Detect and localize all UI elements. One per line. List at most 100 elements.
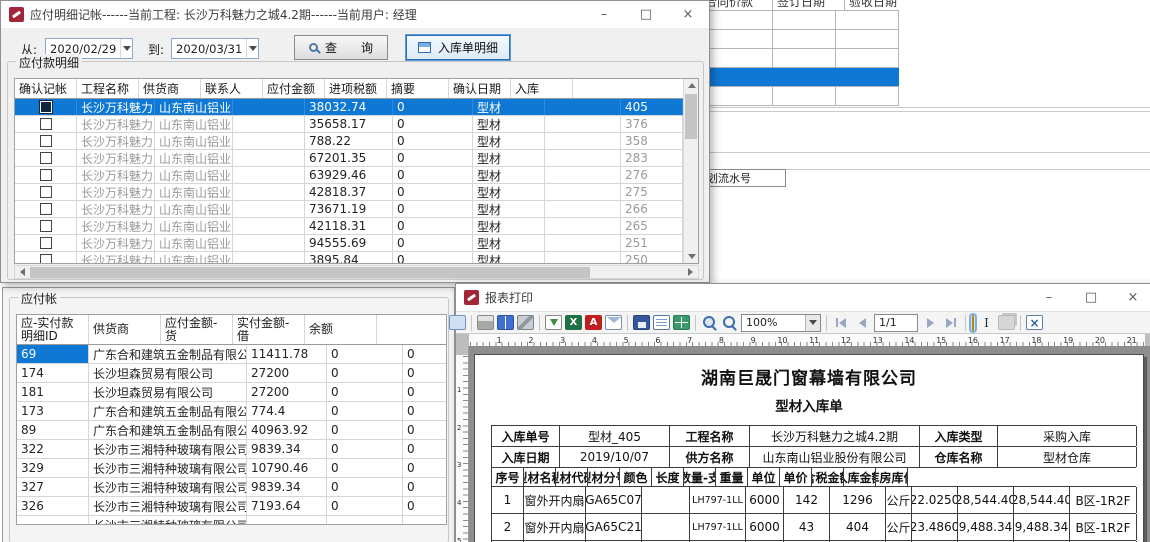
confirm-checkbox[interactable] — [15, 167, 77, 183]
zoom-in-icon[interactable] — [701, 315, 718, 330]
table-row[interactable] — [701, 11, 899, 30]
column-header[interactable]: 应付金额 — [263, 79, 325, 98]
print-icon[interactable] — [477, 315, 494, 330]
table-row[interactable]: 322 长沙市三湘特种玻璃有限公司 9839.34 0 0 — [17, 440, 446, 459]
column-header[interactable]: 确认记帐 — [15, 79, 77, 98]
close-preview-icon[interactable] — [1026, 315, 1043, 330]
page-setup-icon[interactable] — [497, 315, 514, 330]
confirm-checkbox[interactable] — [15, 201, 77, 217]
copy-icon[interactable] — [998, 315, 1015, 330]
to-date-combo[interactable]: 2020/03/31 — [171, 38, 259, 59]
confirm-checkbox[interactable] — [15, 184, 77, 200]
table-row[interactable]: 长沙市三湘特种玻璃有限公司 — [17, 516, 446, 525]
table-row[interactable]: 长沙万科魅力... 山东南山铝业... 3895.84 0 型材 250 — [15, 252, 698, 264]
scrollbar-thumb[interactable] — [685, 94, 697, 139]
column-header[interactable]: 工程名称 — [77, 79, 139, 98]
scroll-left-icon[interactable] — [15, 266, 30, 279]
print-preview-area[interactable]: 12345 湖南巨晟门窗幕墙有限公司 型材入库单 入库单号 型材_405 工程名… — [456, 346, 1150, 542]
scroll-down-icon[interactable] — [684, 250, 699, 263]
table-row[interactable]: 173 广东合和建筑五金制品有限公司 774.4 0 0 — [17, 402, 446, 421]
column-header[interactable]: 入库 — [511, 79, 573, 98]
export-pdf-icon[interactable] — [585, 315, 602, 330]
close-icon[interactable]: × — [667, 1, 709, 28]
table-row[interactable]: 长沙万科魅力... 山东南山铝业... 42118.31 0 型材 265 — [15, 218, 698, 235]
export-excel-icon[interactable] — [565, 315, 582, 330]
table-row[interactable]: 长沙万科魅力... 山东南山铝业... 73671.19 0 型材 266 — [15, 201, 698, 218]
column-header[interactable]: 余额 — [305, 315, 377, 344]
table-row[interactable]: 181 长沙坦森贸易有限公司 27200 0 0 — [17, 383, 446, 402]
confirm-checkbox[interactable] — [15, 150, 77, 166]
report-window-titlebar[interactable]: 报表打印 – □ × — [456, 284, 1150, 311]
confirm-checkbox[interactable] — [15, 252, 77, 264]
previous-page-icon[interactable] — [853, 315, 871, 331]
maximize-icon[interactable]: □ — [1070, 284, 1112, 311]
close-icon[interactable]: × — [1112, 284, 1150, 311]
column-header[interactable]: 实付金额-借 — [233, 315, 305, 344]
table-row[interactable]: 长沙万科魅力... 山东南山铝业... 42818.37 0 型材 275 — [15, 184, 698, 201]
last-page-icon[interactable] — [942, 315, 960, 331]
table-row[interactable] — [701, 30, 899, 49]
vertical-scrollbar[interactable] — [683, 79, 698, 263]
zoom-level-combo[interactable]: 100% — [741, 314, 821, 332]
table-row[interactable]: 长沙万科魅力... 山东南山铝业... 788.22 0 型材 358 — [15, 133, 698, 150]
table-row[interactable]: 329 长沙市三湘特种玻璃有限公司 10790.46 0 0 — [17, 459, 446, 478]
column-header[interactable]: 摘要 — [387, 79, 449, 98]
table-row[interactable]: 长沙万科魅力... 山东南山铝业... 63929.46 0 型材 276 — [15, 167, 698, 184]
inbound-detail-button[interactable]: 入库单明细 — [406, 35, 510, 60]
page-number-field[interactable]: 1/1 — [874, 314, 918, 332]
column-header[interactable]: 验收日期 — [845, 0, 899, 11]
column-header[interactable]: 签订日期 — [773, 0, 845, 11]
scroll-right-icon[interactable] — [683, 266, 698, 279]
table-row[interactable]: 326 长沙市三湘特种玻璃有限公司 7193.64 0 0 — [17, 497, 446, 516]
hand-tool-selected[interactable] — [971, 315, 975, 331]
table-row[interactable]: 长沙万科魅力... 山东南山铝业... 35658.17 0 型材 376 — [15, 116, 698, 133]
table-row[interactable]: 长沙万科魅力... 山东南山铝业... 67201.35 0 型材 283 — [15, 150, 698, 167]
table-row[interactable] — [701, 68, 899, 87]
table-row[interactable] — [701, 49, 899, 68]
export-icon[interactable] — [545, 315, 562, 330]
first-page-icon[interactable] — [832, 315, 850, 331]
confirm-checkbox[interactable] — [15, 116, 77, 132]
hand-tool-icon[interactable] — [972, 315, 974, 331]
column-header[interactable]: 应付金额-货 — [161, 315, 233, 344]
zoom-out-icon[interactable] — [721, 315, 738, 330]
print-options-icon[interactable] — [517, 315, 534, 330]
chevron-down-icon[interactable] — [805, 315, 820, 331]
table-row[interactable]: 长沙万科魅力... 山东南山铝业... 38032.74 0 型材 405 — [15, 99, 698, 116]
text-select-icon[interactable] — [978, 315, 995, 330]
plan-serial-field[interactable]: 计划流水号 — [700, 169, 786, 187]
horizontal-scrollbar[interactable] — [14, 265, 699, 279]
table-row[interactable]: 327 长沙市三湘特种玻璃有限公司 9839.34 0 0 — [17, 478, 446, 497]
payable-window-titlebar[interactable]: 应付明细记帐------当前工程: 长沙万科魅力之城4.2期------当前用户… — [1, 1, 709, 28]
chevron-down-icon[interactable] — [120, 39, 132, 58]
column-header[interactable]: 应-实付款明细ID — [17, 315, 89, 344]
table-row[interactable] — [701, 87, 899, 106]
minimize-icon[interactable]: – — [583, 1, 625, 28]
open-document-icon[interactable] — [653, 315, 670, 330]
save-icon[interactable] — [633, 315, 650, 330]
confirm-checkbox[interactable] — [15, 218, 77, 234]
column-header[interactable]: 进项税额 — [325, 79, 387, 98]
maximize-icon[interactable]: □ — [625, 1, 667, 28]
frame-icon[interactable] — [449, 315, 466, 330]
column-header[interactable]: 确认日期 — [449, 79, 511, 98]
chevron-down-icon[interactable] — [246, 39, 258, 58]
column-header[interactable]: 供货商 — [139, 79, 201, 98]
export-data-icon[interactable] — [673, 315, 690, 330]
next-page-icon[interactable] — [921, 315, 939, 331]
confirm-checkbox[interactable] — [15, 235, 77, 251]
column-header[interactable]: 合同价款 — [701, 0, 773, 11]
scrollbar-thumb[interactable] — [30, 267, 590, 278]
column-header[interactable]: 联系人 — [201, 79, 263, 98]
send-mail-icon[interactable] — [605, 315, 622, 330]
minimize-icon[interactable]: – — [1028, 284, 1070, 311]
column-header[interactable]: 供货商 — [89, 315, 161, 344]
table-row[interactable]: 长沙万科魅力... 山东南山铝业... 94555.69 0 型材 251 — [15, 235, 698, 252]
table-row[interactable]: 69 广东合和建筑五金制品有限公司 11411.78 0 0 — [17, 345, 446, 364]
scroll-up-icon[interactable] — [684, 79, 699, 92]
confirm-checkbox[interactable] — [15, 99, 77, 115]
query-button[interactable]: 查 询 — [294, 35, 388, 60]
confirm-checkbox[interactable] — [15, 133, 77, 149]
table-row[interactable]: 174 长沙坦森贸易有限公司 27200 0 0 — [17, 364, 446, 383]
table-row[interactable]: 89 广东合和建筑五金制品有限公司 40963.92 0 0 — [17, 421, 446, 440]
